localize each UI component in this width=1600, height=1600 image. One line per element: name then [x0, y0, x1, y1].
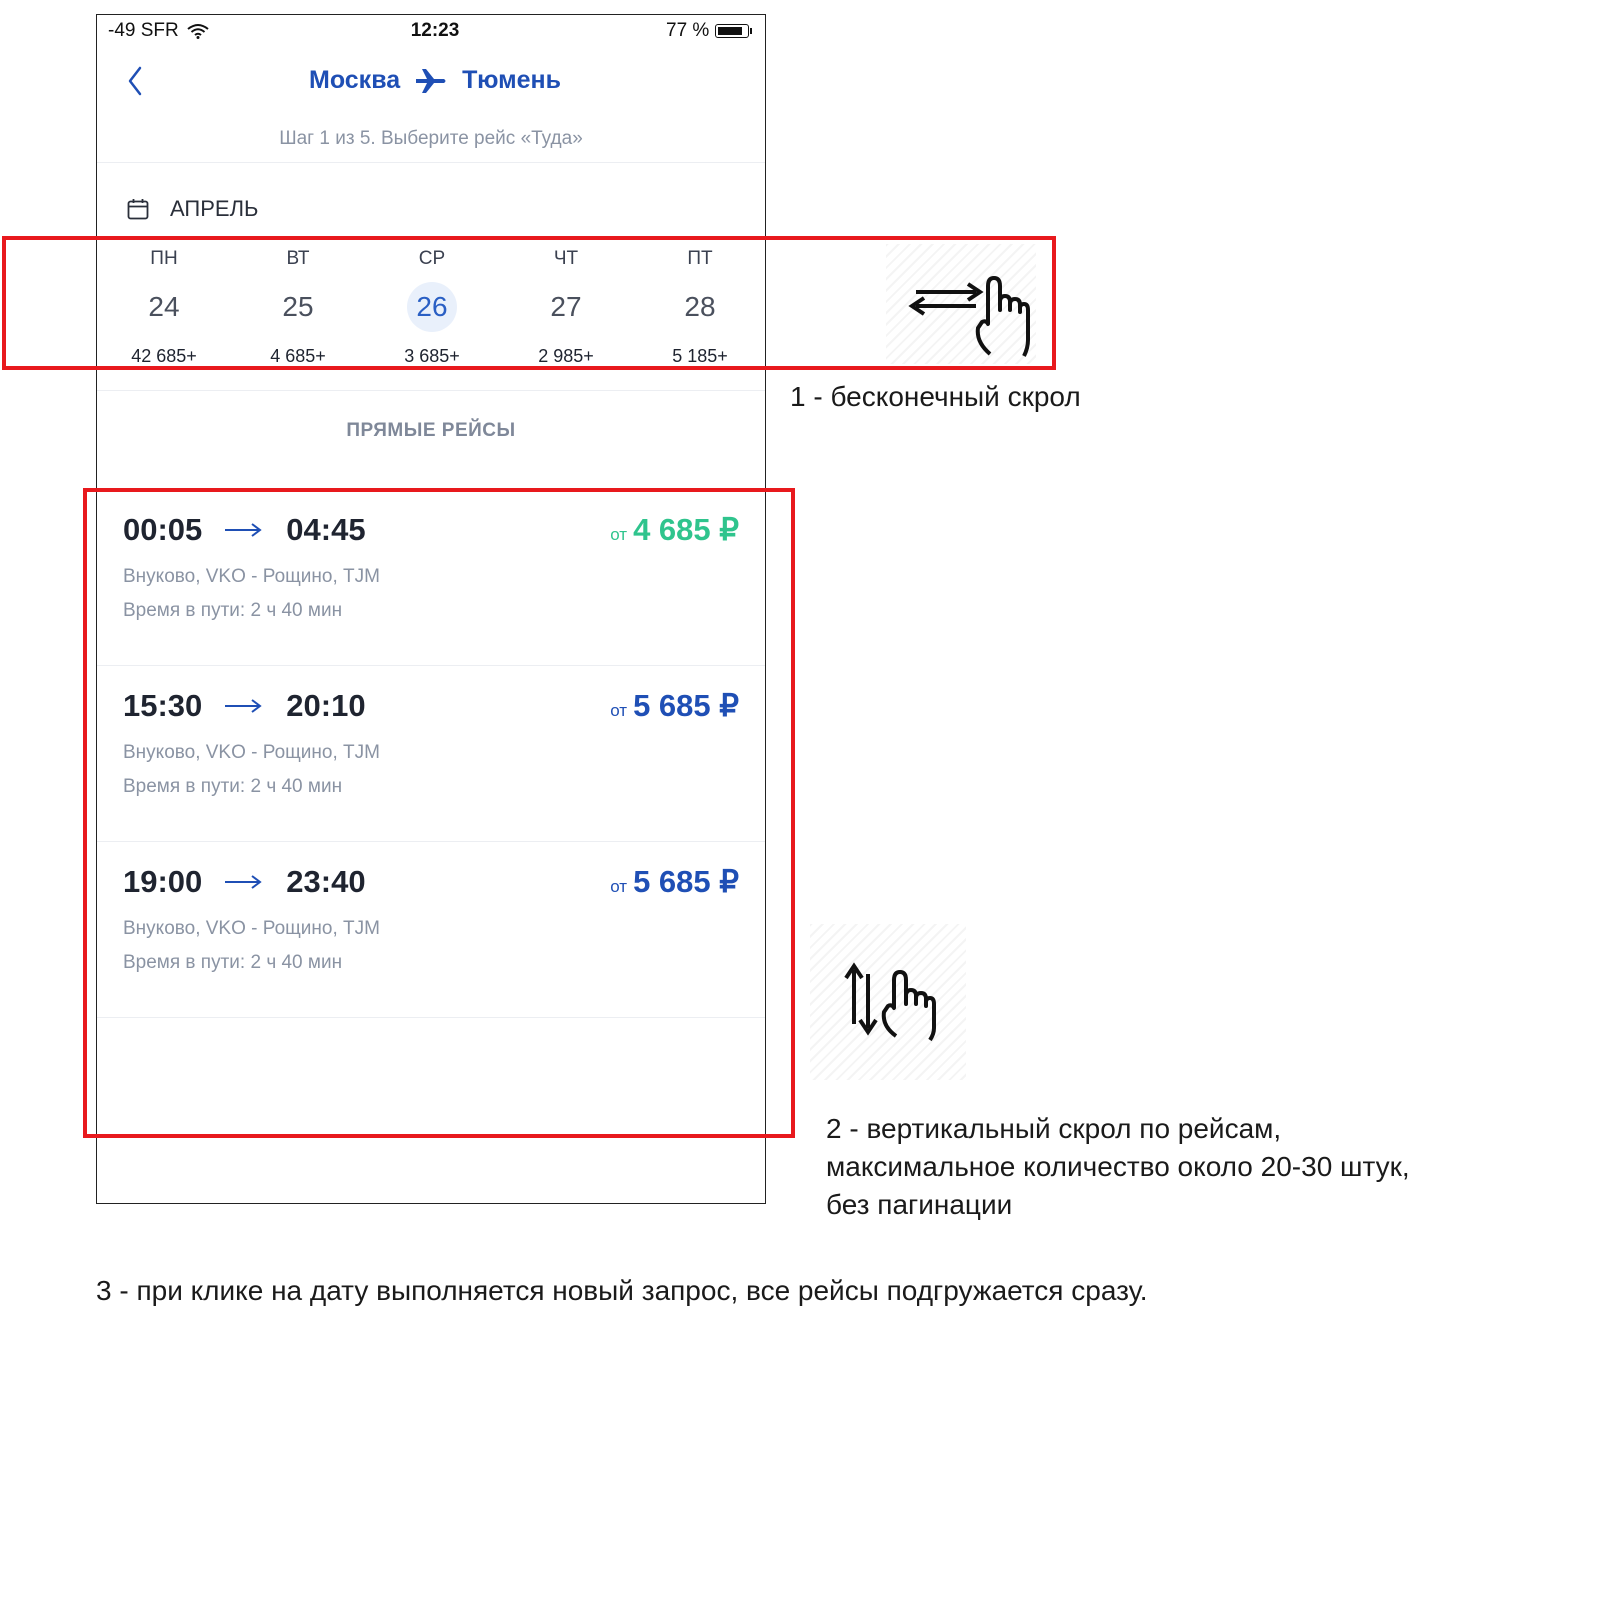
- status-bar-carrier: -49 SFR: [108, 20, 209, 42]
- status-battery: 77 %: [666, 20, 753, 42]
- gesture-panel-vertical: [810, 924, 966, 1080]
- annotation-infinite-scroll: 1 - бесконечный скрол: [790, 381, 1081, 412]
- month-picker[interactable]: АПРЕЛЬ: [126, 196, 258, 222]
- annotation-line: максимальное количество около 20-30 штук…: [826, 1151, 1410, 1182]
- divider: [97, 390, 765, 391]
- status-time: 12:23: [410, 20, 460, 41]
- section-title-direct-flights: ПРЯМЫЕ РЕЙСЫ: [346, 420, 516, 441]
- gesture-panel-horizontal: [886, 244, 1036, 364]
- annotation-line: 2 - вертикальный скрол по рейсам,: [826, 1113, 1282, 1144]
- airplane-icon: [416, 68, 446, 93]
- wifi-icon: [187, 24, 209, 39]
- swipe-horizontal-icon: [908, 276, 1030, 357]
- step-indicator: Шаг 1 из 5. Выберите рейс «Туда»: [279, 128, 583, 149]
- highlight-flight-list: [83, 488, 795, 1138]
- back-button[interactable]: [122, 62, 152, 102]
- swipe-vertical-icon: [844, 962, 936, 1042]
- divider: [97, 162, 765, 163]
- month-label: АПРЕЛЬ: [170, 196, 259, 221]
- calendar-icon: [127, 199, 149, 220]
- annotation-line: без пагинации: [826, 1189, 1013, 1220]
- battery-percent: 77 %: [666, 20, 710, 41]
- destination-city: Тюмень: [462, 66, 561, 94]
- annotation-vertical-scroll: 2 - вертикальный скрол по рейсам, максим…: [826, 1110, 1410, 1224]
- route-title: Москва Тюмень: [200, 66, 670, 95]
- chevron-left-icon: [128, 66, 142, 96]
- carrier-label: -49 SFR: [108, 20, 179, 41]
- origin-city: Москва: [309, 66, 401, 94]
- battery-icon: [715, 24, 753, 38]
- annotation-date-click: 3 - при клике на дату выполняется новый …: [96, 1275, 1148, 1306]
